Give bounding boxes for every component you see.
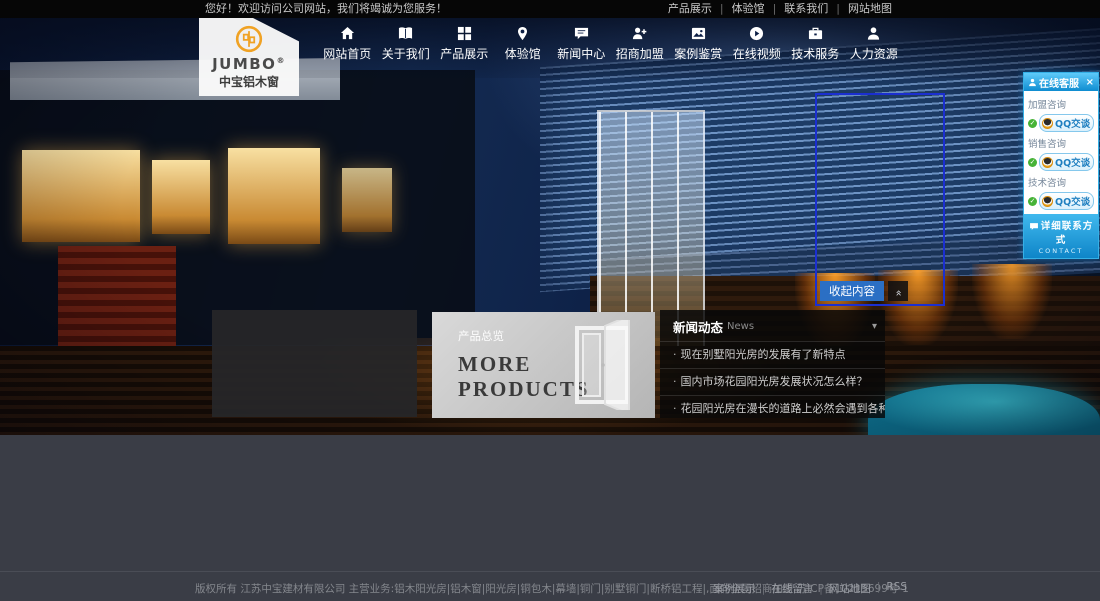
grid-icon (457, 26, 472, 41)
contact-details-button[interactable]: 详细联系方式 CONTACT (1024, 214, 1098, 258)
nav-label: 体验馆 (494, 45, 553, 62)
qq-row: ✓ QQ交谈 (1028, 114, 1094, 132)
service-group-label: 技术咨询 (1028, 175, 1094, 189)
nav-label: 技术服务 (786, 45, 845, 62)
welcome-text: 您好！欢迎访问公司网站，我们将竭诚为您服务！ (205, 0, 447, 18)
service-group-label: 加盟咨询 (1028, 97, 1094, 111)
nav-label: 关于我们 (377, 45, 436, 62)
news-header: 新闻动态 News ▾ (660, 310, 885, 341)
chevron-down-icon[interactable]: ▾ (872, 321, 877, 332)
location-pin-icon (515, 26, 530, 41)
topbar-links: 产品展示 体验馆 联系我们 网站地图 (668, 0, 892, 18)
nav-item-tech-service[interactable]: 技术服务 (786, 26, 845, 62)
bottom-link-message[interactable]: 在线留言 (756, 581, 814, 596)
nav-item-about[interactable]: 关于我们 (377, 26, 436, 62)
nav-label: 产品展示 (435, 45, 494, 62)
qq-chat-button[interactable]: QQ交谈 (1039, 153, 1094, 171)
registered-mark: ® (276, 56, 286, 65)
page: 您好！欢迎访问公司网站，我们将竭诚为您服务！ 产品展示 体验馆 联系我们 网站地… (0, 0, 1100, 601)
bottom-link-sitemap[interactable]: 网站地图 (813, 581, 871, 596)
bottom-link-rss[interactable]: RSS (871, 581, 907, 596)
chat-icon (574, 26, 589, 41)
nav-item-hr[interactable]: 人力资源 (845, 26, 904, 62)
nav-item-products[interactable]: 产品展示 (435, 26, 494, 62)
nav-item-showroom[interactable]: 体验馆 (494, 26, 553, 62)
contact-details-label: 详细联系方式 (1041, 221, 1094, 246)
topbar-link-sitemap[interactable]: 网站地图 (828, 0, 892, 18)
news-panel: 新闻动态 News ▾ 现在别墅阳光房的发展有了新特点 国内市场花园阳光房发展状… (660, 310, 885, 418)
nav-item-cases[interactable]: 案例鉴赏 (669, 26, 728, 62)
footer: 网站二维码 扫描关注我们 (0, 435, 1100, 571)
chevron-up-icon: « (888, 290, 908, 297)
logo-subtitle: 中宝铝木窗 (219, 73, 279, 90)
more-products-panel[interactable]: 产品总览 MORE PRODUCTS (432, 312, 655, 418)
qq-penguin-icon (1042, 157, 1053, 168)
news-item[interactable]: 现在别墅阳光房的发展有了新特点 (660, 341, 885, 368)
online-status-icon: ✓ (1028, 197, 1037, 206)
nav-item-home[interactable]: 网站首页 (318, 26, 377, 62)
nav-item-news[interactable]: 新闻中心 (552, 26, 611, 62)
online-status-icon: ✓ (1028, 119, 1037, 128)
qq-chat-label: QQ交谈 (1055, 194, 1090, 208)
briefcase-icon (808, 26, 823, 41)
news-subtitle: News (727, 321, 754, 332)
nav-label: 网站首页 (318, 45, 377, 62)
collapsed-content-panel (212, 310, 417, 417)
qq-chat-label: QQ交谈 (1055, 116, 1090, 130)
collapse-content-button[interactable]: 收起内容 (820, 281, 884, 301)
news-item[interactable]: 国内市场花园阳光房发展状况怎么样？ (660, 368, 885, 395)
news-item[interactable]: 花园阳光房在漫长的道路上必然会遇到各种挑战 (660, 395, 885, 422)
nav-label: 案例鉴赏 (669, 45, 728, 62)
jumbo-emblem-icon (235, 25, 263, 53)
qq-chat-label: QQ交谈 (1055, 155, 1090, 169)
logo-wordmark: JUMBO® (212, 53, 286, 72)
news-title: 新闻动态 (673, 317, 723, 336)
close-icon[interactable]: × (1086, 77, 1094, 88)
qq-row: ✓ QQ交谈 (1028, 192, 1094, 210)
chat-icon (1029, 222, 1039, 231)
qq-penguin-icon (1042, 196, 1053, 207)
qq-row: ✓ QQ交谈 (1028, 153, 1094, 171)
qq-penguin-icon (1042, 118, 1053, 129)
bottom-link-cases[interactable]: 案例展示 (714, 581, 756, 596)
topbar-link-contact[interactable]: 联系我们 (765, 0, 829, 18)
qq-chat-button[interactable]: QQ交谈 (1039, 192, 1094, 210)
nav-label: 招商加盟 (611, 45, 670, 62)
service-panel-title: 在线客服 (1039, 75, 1079, 90)
collapse-chevron-button[interactable]: « (888, 281, 908, 301)
bottom-bar: 版权所有 江苏中宝建材有限公司 主营业务:铝木阳光房|铝木窗|阳光房|铜包木|幕… (0, 571, 1100, 601)
video-icon (749, 26, 764, 41)
contact-details-sub: CONTACT (1024, 247, 1098, 255)
nav-label: 新闻中心 (552, 45, 611, 62)
topbar: 您好！欢迎访问公司网站，我们将竭诚为您服务！ 产品展示 体验馆 联系我们 网站地… (0, 0, 1100, 18)
nav-label: 人力资源 (845, 45, 904, 62)
book-icon (398, 26, 413, 41)
collapse-controls: 收起内容 « (820, 281, 908, 301)
online-service-panel: 在线客服 × 加盟咨询 ✓ QQ交谈 销售咨询 ✓ QQ交谈 技术咨询 ✓ QQ… (1023, 72, 1099, 259)
service-panel-body: 加盟咨询 ✓ QQ交谈 销售咨询 ✓ QQ交谈 技术咨询 ✓ QQ交谈 (1024, 91, 1098, 214)
bottom-links: 案例展示 在线留言 网站地图 RSS (714, 581, 907, 596)
service-panel-header: 在线客服 × (1024, 73, 1098, 91)
open-window-illustration (563, 320, 641, 410)
nav-item-franchise[interactable]: 招商加盟 (611, 26, 670, 62)
topbar-link-products[interactable]: 产品展示 (668, 0, 712, 18)
service-group-label: 销售咨询 (1028, 136, 1094, 150)
home-icon (340, 26, 355, 41)
user-icon (866, 26, 881, 41)
online-status-icon: ✓ (1028, 158, 1037, 167)
nav-label: 在线视频 (728, 45, 787, 62)
main-nav: 网站首页 关于我们 产品展示 体验馆 新闻中心 招商加盟 案例鉴赏 在线视频 (318, 26, 903, 62)
qq-chat-button[interactable]: QQ交谈 (1039, 114, 1094, 132)
nav-item-videos[interactable]: 在线视频 (728, 26, 787, 62)
user-icon (1028, 78, 1037, 87)
user-plus-icon (632, 26, 647, 41)
topbar-link-showroom[interactable]: 体验馆 (712, 0, 765, 18)
photo-icon (691, 26, 706, 41)
highlight-rect (815, 93, 945, 306)
